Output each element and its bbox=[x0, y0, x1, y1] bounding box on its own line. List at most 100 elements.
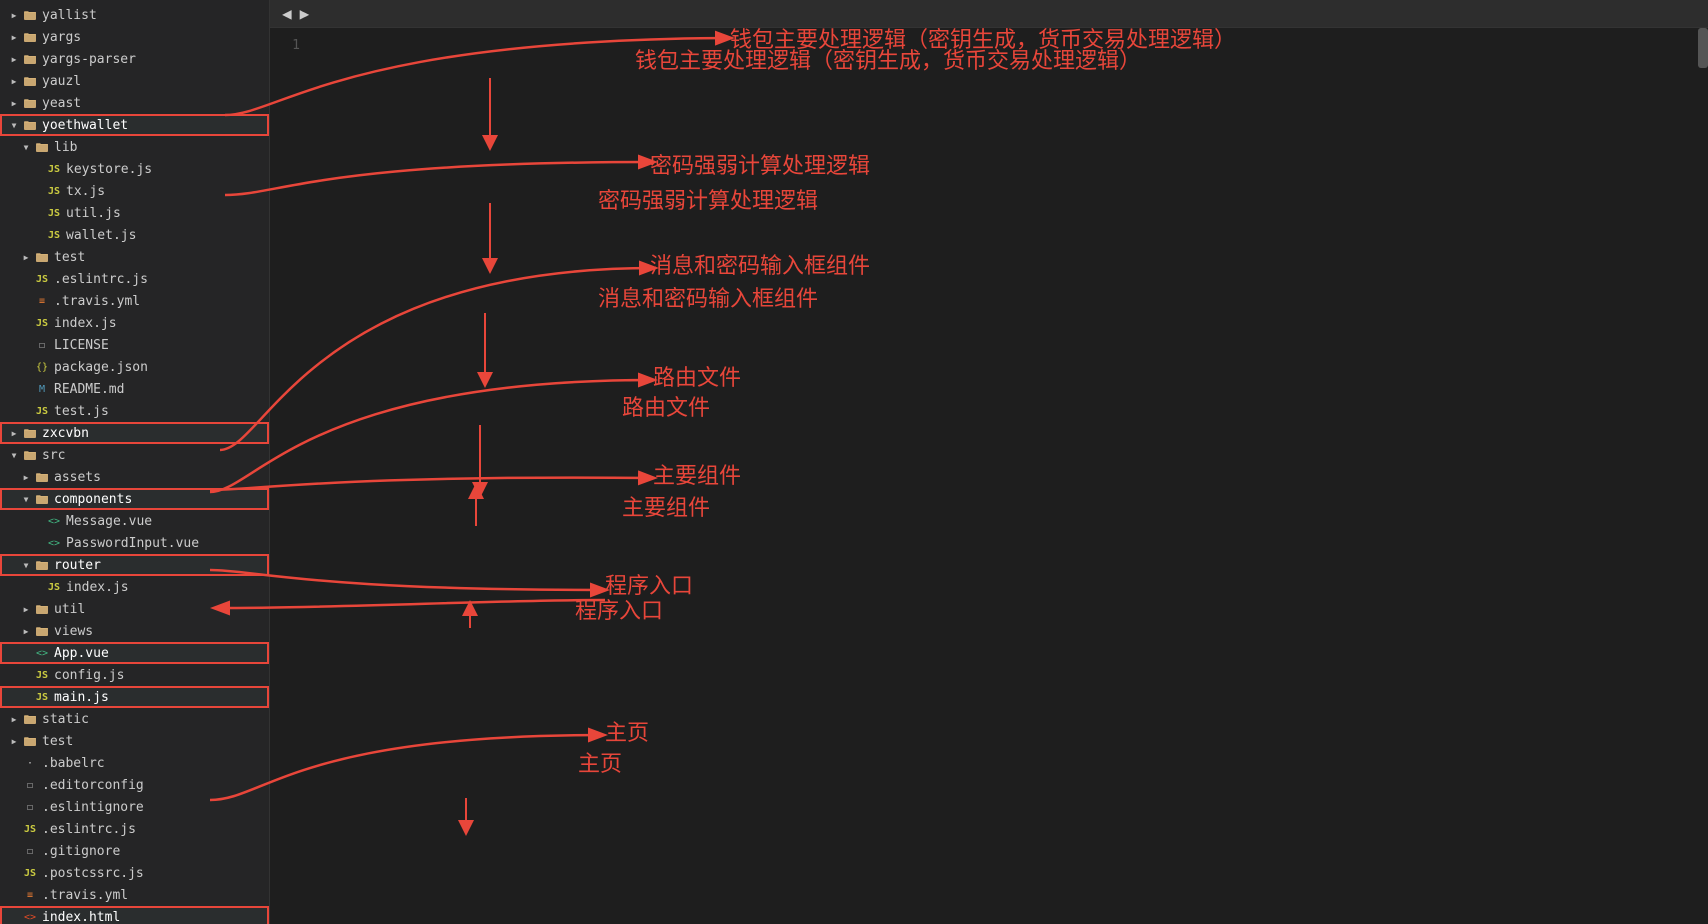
tree-arrow-yallist: ▶ bbox=[6, 7, 22, 23]
item-label-yargs: yargs bbox=[42, 30, 265, 45]
sidebar-item-test2[interactable]: ▶ test bbox=[0, 730, 269, 752]
item-label-yeast: yeast bbox=[42, 96, 265, 111]
sidebar-item-assets[interactable]: ▶ assets bbox=[0, 466, 269, 488]
arrow-svg-5 bbox=[270, 28, 540, 608]
file-tree-sidebar[interactable]: ▶ yallist▶ yargs▶ yargs-parser▶ yauzl▶ y… bbox=[0, 0, 270, 924]
sidebar-item-index.js[interactable]: ▶JSindex.js bbox=[0, 312, 269, 334]
sidebar-item-views[interactable]: ▶ views bbox=[0, 620, 269, 642]
item-label-assets: assets bbox=[54, 470, 265, 485]
sidebar-item-editorconfig[interactable]: ▶☐.editorconfig bbox=[0, 774, 269, 796]
item-label-index.html: index.html bbox=[42, 910, 265, 924]
sidebar-item-util[interactable]: ▶ util bbox=[0, 598, 269, 620]
item-label-util: util bbox=[54, 602, 265, 617]
arrow-svg-6 bbox=[270, 28, 540, 688]
scrollbar-thumb[interactable] bbox=[1698, 28, 1708, 68]
item-label-tx.js: tx.js bbox=[66, 184, 265, 199]
file-icon-static bbox=[22, 711, 38, 727]
file-icon-router bbox=[34, 557, 50, 573]
sidebar-item-test-folder[interactable]: ▶ test bbox=[0, 246, 269, 268]
sidebar-item-package.json[interactable]: ▶{}package.json bbox=[0, 356, 269, 378]
sidebar-item-components[interactable]: ▼ components bbox=[0, 488, 269, 510]
item-label-eslintrc.js: .eslintrc.js bbox=[54, 272, 265, 287]
forward-button[interactable]: ▶ bbox=[296, 2, 314, 25]
file-icon-travis.yml2: ≡ bbox=[22, 887, 38, 903]
sidebar-item-router[interactable]: ▼ router bbox=[0, 554, 269, 576]
file-icon-config.js: JS bbox=[34, 667, 50, 683]
sidebar-item-util.js[interactable]: ▶JSutil.js bbox=[0, 202, 269, 224]
arrow-svg-7 bbox=[270, 28, 540, 863]
annotation-password-logic: 密码强弱计算处理逻辑 bbox=[598, 183, 818, 215]
sidebar-item-yargs-parser[interactable]: ▶ yargs-parser bbox=[0, 48, 269, 70]
file-icon-passwordinput.vue: <> bbox=[46, 535, 62, 551]
sidebar-item-wallet.js[interactable]: ▶JSwallet.js bbox=[0, 224, 269, 246]
item-label-config.js: config.js bbox=[54, 668, 265, 683]
file-icon-yargs-parser bbox=[22, 51, 38, 67]
sidebar-item-main.js[interactable]: ▶JSmain.js bbox=[0, 686, 269, 708]
annotation-homepage: 主页 bbox=[578, 746, 622, 778]
file-icon-test.js: JS bbox=[34, 403, 50, 419]
sidebar-item-keystore.js[interactable]: ▶JSkeystore.js bbox=[0, 158, 269, 180]
file-icon-message.vue: <> bbox=[46, 513, 62, 529]
sidebar-item-yeast[interactable]: ▶ yeast bbox=[0, 92, 269, 114]
sidebar-item-static[interactable]: ▶ static bbox=[0, 708, 269, 730]
item-label-router-index.js: index.js bbox=[66, 580, 265, 595]
item-label-main.js: main.js bbox=[54, 690, 265, 705]
sidebar-item-App.vue[interactable]: ▶<>App.vue bbox=[0, 642, 269, 664]
sidebar-item-yallist[interactable]: ▶ yallist bbox=[0, 4, 269, 26]
file-icon-index.html: <> bbox=[22, 909, 38, 924]
item-label-package.json: package.json bbox=[54, 360, 265, 375]
file-icon-util.js: JS bbox=[46, 205, 62, 221]
file-icon-src bbox=[22, 447, 38, 463]
item-label-test.js: test.js bbox=[54, 404, 265, 419]
file-icon-gitignore: ☐ bbox=[22, 843, 38, 859]
file-icon-travis.yml: ≡ bbox=[34, 293, 50, 309]
sidebar-item-yargs[interactable]: ▶ yargs bbox=[0, 26, 269, 48]
item-label-router: router bbox=[54, 558, 265, 573]
item-label-message.vue: Message.vue bbox=[66, 514, 265, 529]
sidebar-item-src[interactable]: ▼ src bbox=[0, 444, 269, 466]
tree-arrow-yauzl: ▶ bbox=[6, 73, 22, 89]
file-icon-zxcvbn bbox=[22, 425, 38, 441]
sidebar-item-index.html[interactable]: ▶<>index.html bbox=[0, 906, 269, 924]
file-icon-yeast bbox=[22, 95, 38, 111]
item-label-zxcvbn: zxcvbn bbox=[42, 426, 265, 441]
back-button[interactable]: ◀ bbox=[278, 2, 296, 25]
sidebar-item-babelrc[interactable]: ▶·.babelrc bbox=[0, 752, 269, 774]
item-label-yallist: yallist bbox=[42, 8, 265, 23]
sidebar-item-zxcvbn[interactable]: ▶ zxcvbn bbox=[0, 422, 269, 444]
sidebar-item-tx.js[interactable]: ▶JStx.js bbox=[0, 180, 269, 202]
annotation-text-1: 钱包主要处理逻辑（密钥生成，货币交易处理逻辑） bbox=[635, 48, 1141, 73]
sidebar-item-eslintignore[interactable]: ▶☐.eslintignore bbox=[0, 796, 269, 818]
item-label-eslintignore: .eslintignore bbox=[42, 800, 265, 815]
sidebar-item-postcssrc.js[interactable]: ▶JS.postcssrc.js bbox=[0, 862, 269, 884]
sidebar-item-message.vue[interactable]: ▶<>Message.vue bbox=[0, 510, 269, 532]
item-label-wallet.js: wallet.js bbox=[66, 228, 265, 243]
item-label-eslintrc.js2: .eslintrc.js bbox=[42, 822, 265, 837]
sidebar-item-LICENSE[interactable]: ▶☐LICENSE bbox=[0, 334, 269, 356]
file-icon-editorconfig: ☐ bbox=[22, 777, 38, 793]
item-label-yargs-parser: yargs-parser bbox=[42, 52, 265, 67]
item-label-static: static bbox=[42, 712, 265, 727]
sidebar-item-gitignore[interactable]: ▶☐.gitignore bbox=[0, 840, 269, 862]
sidebar-item-eslintrc.js2[interactable]: ▶JS.eslintrc.js bbox=[0, 818, 269, 840]
sidebar-item-router-index.js[interactable]: ▶JSindex.js bbox=[0, 576, 269, 598]
tree-arrow-yargs-parser: ▶ bbox=[6, 51, 22, 67]
sidebar-item-lib[interactable]: ▼ lib bbox=[0, 136, 269, 158]
file-icon-util bbox=[34, 601, 50, 617]
sidebar-item-eslintrc.js[interactable]: ▶JS.eslintrc.js bbox=[0, 268, 269, 290]
file-icon-main.js: JS bbox=[34, 689, 50, 705]
sidebar-item-config.js[interactable]: ▶JSconfig.js bbox=[0, 664, 269, 686]
sidebar-item-test.js[interactable]: ▶JStest.js bbox=[0, 400, 269, 422]
sidebar-item-passwordinput.vue[interactable]: ▶<>PasswordInput.vue bbox=[0, 532, 269, 554]
vertical-scrollbar[interactable] bbox=[1698, 28, 1708, 924]
sidebar-item-README.md[interactable]: ▶MREADME.md bbox=[0, 378, 269, 400]
annotation-text-7: 主页 bbox=[578, 751, 622, 776]
item-label-components: components bbox=[54, 492, 265, 507]
file-icon-wallet.js: JS bbox=[46, 227, 62, 243]
sidebar-item-yoethwallet[interactable]: ▼ yoethwallet bbox=[0, 114, 269, 136]
file-icon-babelrc: · bbox=[22, 755, 38, 771]
sidebar-item-yauzl[interactable]: ▶ yauzl bbox=[0, 70, 269, 92]
sidebar-item-travis.yml2[interactable]: ▶≡.travis.yml bbox=[0, 884, 269, 906]
sidebar-item-travis.yml[interactable]: ▶≡.travis.yml bbox=[0, 290, 269, 312]
arrow-svg-3 bbox=[270, 28, 540, 448]
